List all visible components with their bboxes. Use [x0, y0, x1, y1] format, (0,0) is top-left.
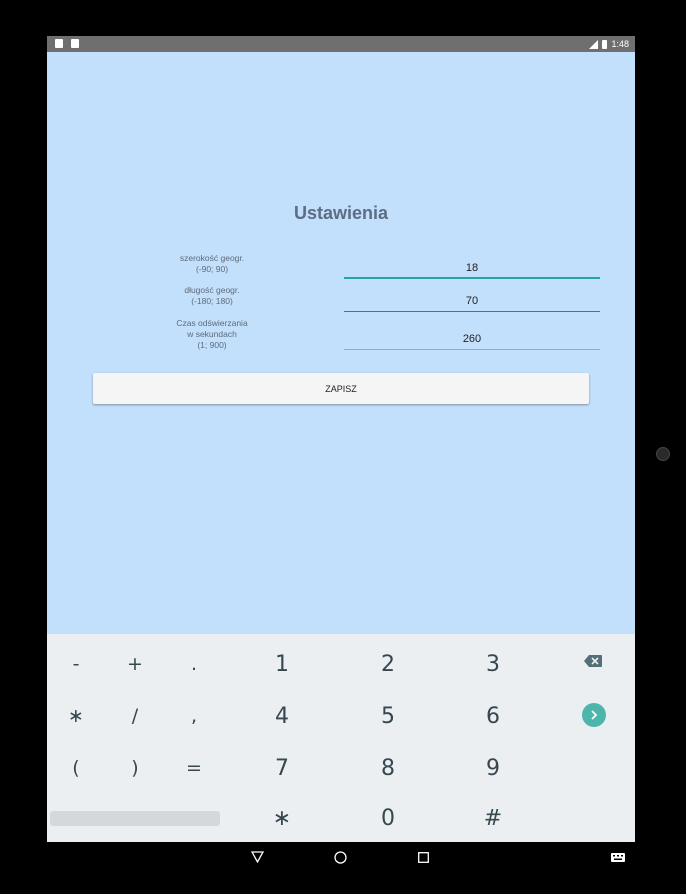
- key-dot[interactable]: .: [169, 638, 219, 690]
- key-7[interactable]: 7: [257, 742, 307, 794]
- key-hash[interactable]: #: [468, 792, 518, 844]
- key-8[interactable]: 8: [363, 742, 413, 794]
- latitude-label-text: szerokość geogr.: [179, 253, 245, 263]
- save-button[interactable]: ZAPISZ: [93, 373, 589, 404]
- refresh-label: Czas odświerzania w sekundach (1; 900): [142, 318, 282, 351]
- key-6[interactable]: 6: [468, 690, 518, 742]
- latitude-underline: [344, 277, 600, 279]
- key-minus[interactable]: -: [51, 638, 101, 690]
- key-2[interactable]: 2: [363, 638, 413, 690]
- key-equals[interactable]: =: [169, 742, 219, 794]
- longitude-underline: [344, 311, 600, 312]
- refresh-label-text: Czas odświerzania: [176, 318, 248, 328]
- app-screen: 1:48 Ustawienia szerokość geogr. (-90; 9…: [47, 36, 635, 872]
- keyboard-switch-icon[interactable]: [611, 853, 625, 862]
- refresh-input[interactable]: [344, 328, 600, 350]
- refresh-label-unit: w sekundach: [187, 329, 237, 339]
- longitude-label: długość geogr. (-180; 180): [142, 285, 282, 307]
- key-0[interactable]: 0: [363, 792, 413, 844]
- backspace-icon[interactable]: [584, 655, 602, 667]
- key-3[interactable]: 3: [468, 638, 518, 690]
- refresh-underline: [344, 349, 600, 350]
- recents-icon[interactable]: [418, 852, 429, 863]
- numeric-keyboard: - + . 1 2 3 ∗ / , 4 5 6 ( ) = 7 8 9 ∗ 0 …: [47, 634, 635, 842]
- clock: 1:48: [611, 39, 629, 49]
- key-slash[interactable]: /: [110, 690, 160, 742]
- latitude-input[interactable]: [344, 257, 600, 279]
- key-5[interactable]: 5: [363, 690, 413, 742]
- home-icon[interactable]: [334, 851, 347, 864]
- navigation-bar: [47, 842, 635, 872]
- page-title: Ustawienia: [293, 203, 389, 223]
- key-4[interactable]: 4: [257, 690, 307, 742]
- status-bar: 1:48: [47, 36, 635, 52]
- latitude-label: szerokość geogr. (-90; 90): [142, 253, 282, 275]
- next-arrow-icon[interactable]: [582, 703, 606, 727]
- back-icon[interactable]: [251, 851, 264, 863]
- key-asterisk[interactable]: ∗: [51, 690, 101, 742]
- key-1[interactable]: 1: [257, 638, 307, 690]
- longitude-field[interactable]: [344, 290, 600, 312]
- latitude-label-range: (-90; 90): [195, 264, 229, 274]
- hardware-camera-dot: [656, 447, 670, 461]
- key-plus[interactable]: +: [110, 638, 160, 690]
- refresh-field[interactable]: [344, 328, 600, 350]
- battery-icon: [602, 39, 608, 49]
- refresh-label-range: (1; 900): [197, 340, 227, 350]
- key-open-paren[interactable]: (: [51, 742, 101, 794]
- key-close-paren[interactable]: ): [110, 742, 160, 794]
- key-9[interactable]: 9: [468, 742, 518, 794]
- sd-card-icon: [55, 39, 63, 48]
- signal-icon: [589, 39, 599, 49]
- longitude-label-range: (-180; 180): [191, 296, 233, 306]
- key-star[interactable]: ∗: [257, 792, 307, 844]
- key-comma[interactable]: ,: [169, 690, 219, 742]
- android-icon: [71, 39, 79, 48]
- longitude-label-text: długość geogr.: [184, 285, 240, 295]
- space-key[interactable]: [50, 811, 220, 826]
- latitude-field[interactable]: [344, 257, 600, 279]
- longitude-input[interactable]: [344, 290, 600, 312]
